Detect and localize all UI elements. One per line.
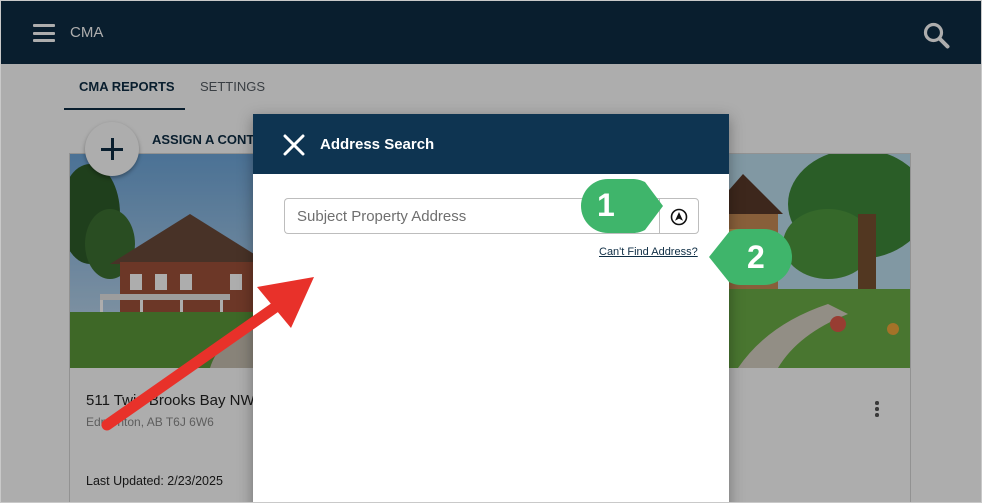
callout-badge-2: 2: [707, 227, 793, 287]
annotation-arrow: [101, 277, 314, 431]
callout-badge-1: 1: [579, 177, 665, 235]
callout-number-1: 1: [597, 187, 615, 223]
callout-number-2: 2: [747, 239, 765, 275]
app-frame: CMA CMA REPORTS SETTINGS 511 Twin Brooks…: [0, 0, 982, 503]
